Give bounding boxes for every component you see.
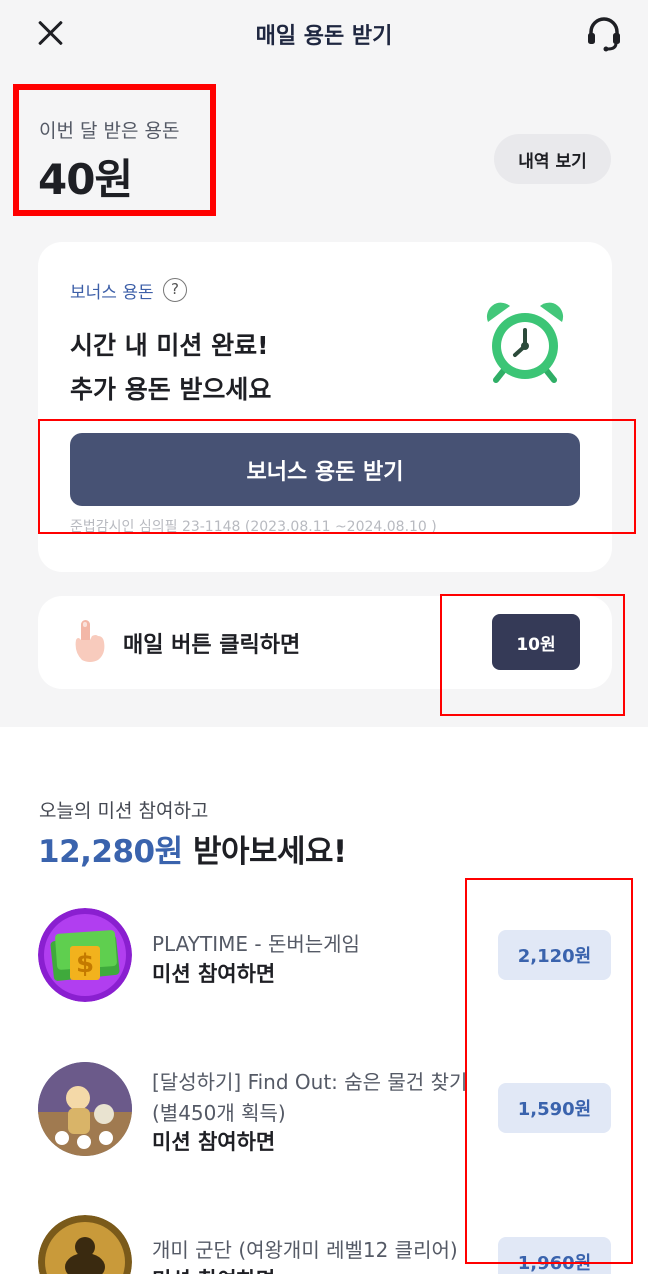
svg-text:$: $ [76, 949, 94, 979]
mission-headline-suffix: 받아보세요! [182, 834, 347, 870]
balance-label: 이번 달 받은 용돈 [39, 120, 180, 142]
mission-1-action: 미션 참여하면 [152, 962, 276, 986]
daily-click-label: 매일 버튼 클릭하면 [123, 633, 301, 658]
mission-3-name: 개미 군단 (여왕개미 레벨12 클리어) [152, 1238, 458, 1262]
playtime-app-icon[interactable]: $ [38, 908, 132, 1002]
mission-1-name: PLAYTIME - 돈버는게임 [152, 932, 360, 956]
mission-subtitle: 오늘의 미션 참여하고 [39, 800, 209, 822]
pointing-hand-icon [75, 620, 105, 662]
daily-reward-highlight [440, 594, 625, 716]
mission-total-amount: 12,280원 [38, 834, 183, 870]
bonus-tag: 보너스 용돈 [70, 283, 154, 303]
find-out-game-icon[interactable] [38, 1062, 132, 1156]
history-button[interactable]: 내역 보기 [494, 134, 611, 184]
mission-2-name: [달성하기] Find Out: 숨은 물건 찾기 [152, 1070, 468, 1094]
mission-2-action: 미션 참여하면 [152, 1130, 276, 1154]
mission-2-name-line2: (별450개 획득) [152, 1101, 286, 1125]
mission-rewards-highlight [465, 878, 633, 1264]
bonus-button-highlight [38, 419, 636, 534]
headset-icon[interactable] [584, 14, 624, 54]
balance-amount: 40원 [38, 155, 133, 204]
mission-headline: 12,280원 받아보세요! [38, 826, 347, 871]
ant-army-game-icon[interactable] [38, 1215, 132, 1274]
header: 매일 용돈 받기 [0, 0, 648, 68]
page-title: 매일 용돈 받기 [255, 24, 393, 49]
alarm-clock-icon [486, 302, 564, 383]
bonus-headline-1: 시간 내 미션 완료! [70, 331, 269, 360]
mission-3-action: 미션 참여하면 [152, 1264, 275, 1274]
bonus-headline-2: 추가 용돈 받으세요 [70, 375, 272, 404]
help-icon[interactable]: ? [163, 278, 187, 302]
